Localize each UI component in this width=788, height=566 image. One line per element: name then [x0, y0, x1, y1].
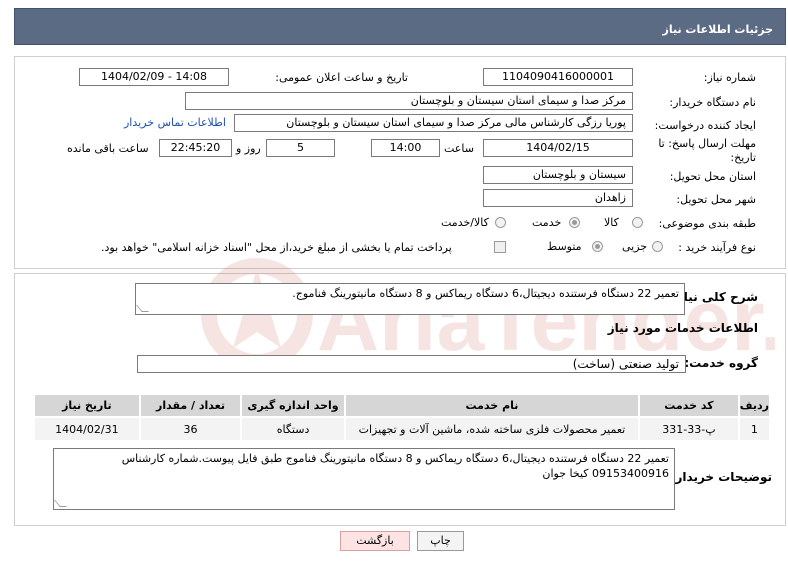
buyer-notes-textarea[interactable]: تعمیر 22 دستگاه فرستنده دیجیتال،6 دستگاه…	[53, 448, 675, 510]
resize-grip-icon[interactable]	[136, 305, 149, 312]
category-radio-goods[interactable]	[632, 217, 643, 228]
treasury-checkbox[interactable]	[494, 241, 506, 253]
back-button[interactable]: بازگشت	[340, 531, 410, 551]
column-header-service-name: نام خدمت	[343, 393, 641, 418]
resize-grip-icon[interactable]	[54, 500, 67, 507]
column-header-unit: واحد اندازه گیری	[240, 393, 346, 418]
buyer-notes-text: تعمیر 22 دستگاه فرستنده دیجیتال،6 دستگاه…	[121, 452, 669, 480]
cell-row-number: 1	[737, 416, 772, 442]
remaining-time-field[interactable]: 22:45:20	[159, 139, 232, 157]
cell-unit: دستگاه	[240, 416, 346, 442]
need-number-label: شماره نیاز:	[703, 71, 756, 84]
requester-label: ایجاد کننده درخواست:	[654, 119, 756, 132]
deadline-time-label: ساعت	[444, 142, 474, 155]
summary-text: تعمیر 22 دستگاه فرستنده دیجیتال،6 دستگاه…	[292, 287, 679, 300]
cell-service-name: تعمیر محصولات فلزی ساخته شده، ماشین آلات…	[343, 416, 641, 442]
print-button[interactable]: چاپ	[417, 531, 464, 551]
remaining-days-field[interactable]: 5	[266, 139, 335, 157]
table-row[interactable]: 1 پ-33-331 تعمیر محصولات فلزی ساخته شده،…	[33, 416, 772, 442]
requester-field[interactable]: پوریا رزگی کارشناس مالی مرکز صدا و سیمای…	[234, 114, 633, 132]
page-title: جزئیات اطلاعات نیاز	[662, 23, 774, 36]
category-radio-service[interactable]	[569, 217, 580, 228]
cell-quantity: 36	[138, 416, 243, 442]
buyer-org-label: نام دستگاه خریدار:	[669, 96, 756, 109]
province-label: استان محل تحویل:	[669, 170, 756, 183]
category-label: طبقه بندی موضوعی:	[658, 217, 756, 230]
services-section-title: اطلاعات خدمات مورد نیاز	[607, 321, 758, 335]
category-option-goods-service: کالا/خدمت	[441, 216, 489, 229]
process-option-medium: متوسط	[547, 240, 582, 253]
column-header-quantity: تعداد / مقدار	[138, 393, 243, 418]
process-type-label: نوع فرآیند خرید :	[678, 241, 756, 254]
buyer-notes-label: توضیحات خریدار:	[670, 470, 772, 484]
announce-datetime-label: تاریخ و ساعت اعلان عمومی:	[275, 71, 408, 84]
column-header-need-date: تاریخ نیاز	[33, 393, 141, 418]
need-info-panel	[14, 56, 786, 269]
cell-service-code: پ-33-331	[638, 416, 740, 442]
announce-datetime-field[interactable]: 1404/02/09 - 14:08	[79, 68, 229, 86]
service-group-field[interactable]: تولید صنعتی (ساخت)	[137, 355, 686, 373]
column-header-row-number: ردیف	[737, 393, 772, 418]
buyer-org-field[interactable]: مرکز صدا و سیمای استان سیستان و بلوچستان	[185, 92, 633, 110]
deadline-time-field[interactable]: 14:00	[371, 139, 440, 157]
category-option-service: خدمت	[532, 216, 562, 229]
cell-need-date: 1404/02/31	[33, 416, 141, 442]
service-group-label: گروه خدمت:	[684, 356, 758, 370]
province-field[interactable]: سیستان و بلوچستان	[483, 166, 633, 184]
deadline-label-line2: تاریخ:	[730, 151, 756, 164]
process-radio-medium[interactable]	[592, 241, 603, 252]
deadline-label-line1: مهلت ارسال پاسخ: تا	[658, 137, 756, 150]
table-header-row: ردیف کد خدمت نام خدمت واحد اندازه گیری ت…	[33, 393, 772, 418]
page-header: جزئیات اطلاعات نیاز	[14, 8, 786, 45]
treasury-note: پرداخت تمام یا بخشی از مبلغ خرید،از محل …	[101, 241, 452, 254]
buyer-contact-link[interactable]: اطلاعات تماس خریدار	[124, 116, 226, 129]
process-radio-minor[interactable]	[652, 241, 663, 252]
city-label: شهر محل تحویل:	[676, 193, 756, 206]
remaining-time-label: ساعت باقی مانده	[67, 142, 149, 155]
summary-textarea[interactable]: تعمیر 22 دستگاه فرستنده دیجیتال،6 دستگاه…	[135, 283, 685, 315]
days-label: روز و	[236, 142, 261, 155]
process-option-minor: جزیی	[622, 240, 648, 253]
city-field[interactable]: زاهدان	[483, 189, 633, 207]
need-number-field[interactable]: 1104090416000001	[483, 68, 633, 86]
category-radio-goods-service[interactable]	[495, 217, 506, 228]
services-table: ردیف کد خدمت نام خدمت واحد اندازه گیری ت…	[33, 393, 772, 442]
deadline-date-field[interactable]: 1404/02/15	[483, 139, 633, 157]
column-header-service-code: کد خدمت	[638, 393, 740, 418]
category-option-goods: کالا	[604, 216, 619, 229]
